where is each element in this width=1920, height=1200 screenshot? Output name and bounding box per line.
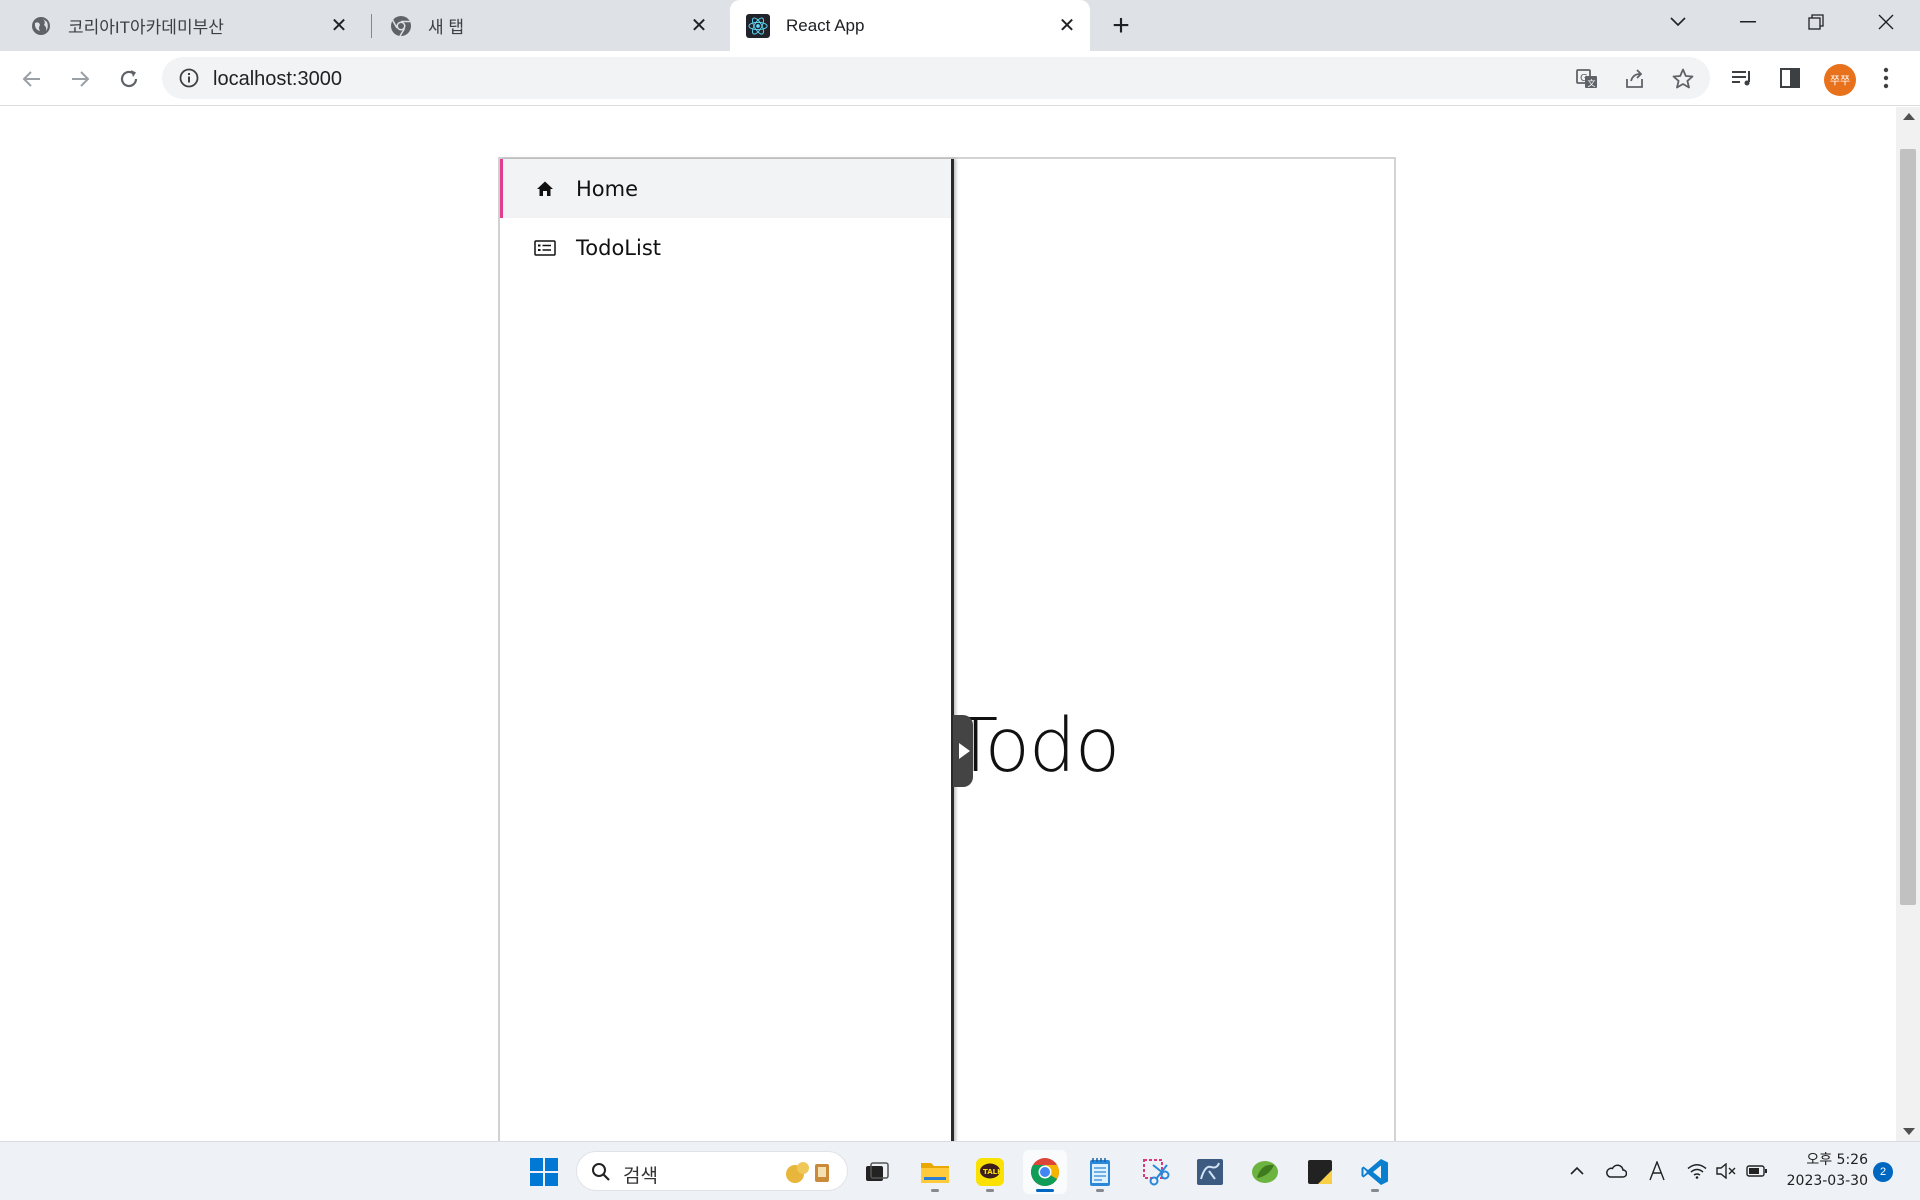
tab-koreait[interactable]: 코리아IT아카데미부산 ✕ — [0, 0, 362, 51]
bookmark-star-icon[interactable] — [1670, 66, 1696, 92]
close-icon[interactable]: ✕ — [326, 13, 352, 39]
reading-list-icon[interactable] — [1728, 64, 1756, 92]
tab-title: 새 탭 — [428, 18, 465, 37]
side-panel-icon[interactable] — [1776, 64, 1804, 92]
chrome-icon[interactable] — [1023, 1150, 1067, 1194]
tab-search-chevron-icon[interactable] — [1648, 0, 1708, 44]
spring-tool-icon[interactable] — [1243, 1150, 1287, 1194]
notification-badge[interactable]: 2 — [1873, 1162, 1893, 1182]
snipping-tool-icon[interactable] — [1134, 1150, 1178, 1194]
scroll-down-arrow-icon[interactable] — [1903, 1128, 1915, 1135]
scrollbar-thumb[interactable] — [1900, 149, 1916, 905]
globe-icon — [30, 15, 52, 37]
search-highlight-illustration — [781, 1158, 835, 1186]
file-explorer-icon[interactable] — [913, 1150, 957, 1194]
window-close-icon[interactable] — [1856, 0, 1916, 44]
speaker-muted-icon[interactable] — [1714, 1159, 1738, 1183]
address-url[interactable]: localhost:3000 — [213, 68, 342, 91]
browser-toolbar: localhost:3000 G文 쭈쭈 — [0, 51, 1920, 106]
app-container: Home TodoList Todo — [498, 157, 1396, 1141]
translate-icon[interactable]: G文 — [1574, 66, 1600, 92]
sidebar-item-home[interactable]: Home — [500, 159, 951, 218]
windows-taskbar: 검색 TALK 오후 5:26 2023-03-30 2 — [0, 1141, 1920, 1200]
sidebar: Home TodoList — [500, 159, 954, 1141]
running-indicator — [1036, 1189, 1054, 1192]
home-icon — [534, 178, 556, 200]
close-icon[interactable]: ✕ — [1054, 13, 1080, 39]
new-tab-button[interactable]: + — [1106, 9, 1136, 42]
forward-arrow-icon[interactable] — [64, 63, 96, 95]
search-placeholder: 검색 — [623, 1165, 658, 1187]
main-content: Todo — [953, 159, 1394, 1141]
minimize-icon[interactable] — [1718, 0, 1778, 44]
svg-text:TALK: TALK — [983, 1168, 1003, 1176]
page-title: Todo — [953, 703, 1120, 789]
vscode-icon[interactable] — [1353, 1150, 1397, 1194]
page-scrollbar[interactable] — [1896, 107, 1920, 1141]
running-indicator — [1096, 1189, 1104, 1192]
profile-avatar[interactable]: 쭈쭈 — [1824, 64, 1856, 96]
back-arrow-icon[interactable] — [16, 63, 48, 95]
chevron-right-icon — [958, 743, 970, 759]
running-indicator — [986, 1189, 994, 1192]
ime-language-icon[interactable] — [1645, 1159, 1669, 1183]
scroll-up-arrow-icon[interactable] — [1903, 113, 1915, 120]
battery-icon[interactable] — [1745, 1159, 1769, 1183]
search-icon — [591, 1162, 611, 1182]
taskbar-search[interactable]: 검색 — [576, 1151, 848, 1191]
running-indicator — [931, 1189, 939, 1192]
sticky-notes-icon[interactable] — [1298, 1150, 1342, 1194]
clock-time: 오후 5:26 — [1806, 1152, 1868, 1168]
list-icon — [534, 237, 556, 259]
sidebar-toggle-button[interactable] — [953, 715, 973, 787]
tab-react-app[interactable]: React App ✕ — [730, 0, 1090, 51]
chevron-up-icon[interactable] — [1565, 1159, 1589, 1183]
restore-icon[interactable] — [1786, 0, 1846, 44]
close-icon[interactable]: ✕ — [686, 13, 712, 39]
tab-title: 코리아IT아카데미부산 — [68, 18, 224, 37]
task-view-icon[interactable] — [855, 1150, 899, 1194]
sidebar-item-todolist[interactable]: TodoList — [500, 218, 951, 277]
wifi-icon[interactable] — [1685, 1159, 1709, 1183]
share-icon[interactable] — [1622, 66, 1648, 92]
tab-new-tab[interactable]: 새 탭 ✕ — [362, 0, 722, 51]
info-icon[interactable] — [178, 67, 200, 89]
chrome-icon — [390, 15, 412, 37]
mysql-workbench-icon[interactable] — [1188, 1150, 1232, 1194]
react-icon — [746, 13, 770, 38]
onedrive-cloud-icon[interactable] — [1604, 1159, 1628, 1183]
sidebar-item-label: TodoList — [576, 235, 661, 260]
address-bar[interactable]: localhost:3000 G文 — [162, 57, 1710, 99]
clock-date: 2023-03-30 — [1786, 1173, 1868, 1189]
reload-icon[interactable] — [113, 63, 145, 95]
notepad-icon[interactable] — [1078, 1150, 1122, 1194]
tab-title: React App — [786, 15, 865, 35]
running-indicator — [1371, 1189, 1379, 1192]
taskbar-clock[interactable]: 오후 5:26 2023-03-30 — [1776, 1150, 1868, 1192]
page-viewport: Home TodoList Todo — [0, 107, 1896, 1141]
windows-start-icon[interactable] — [522, 1150, 566, 1194]
more-menu-icon[interactable] — [1872, 64, 1900, 92]
sidebar-item-label: Home — [576, 176, 639, 201]
browser-tabstrip: 코리아IT아카데미부산 ✕ 새 탭 ✕ React App ✕ + — [0, 0, 1920, 51]
kakaotalk-icon[interactable]: TALK — [968, 1150, 1012, 1194]
svg-text:文: 文 — [1588, 78, 1596, 88]
